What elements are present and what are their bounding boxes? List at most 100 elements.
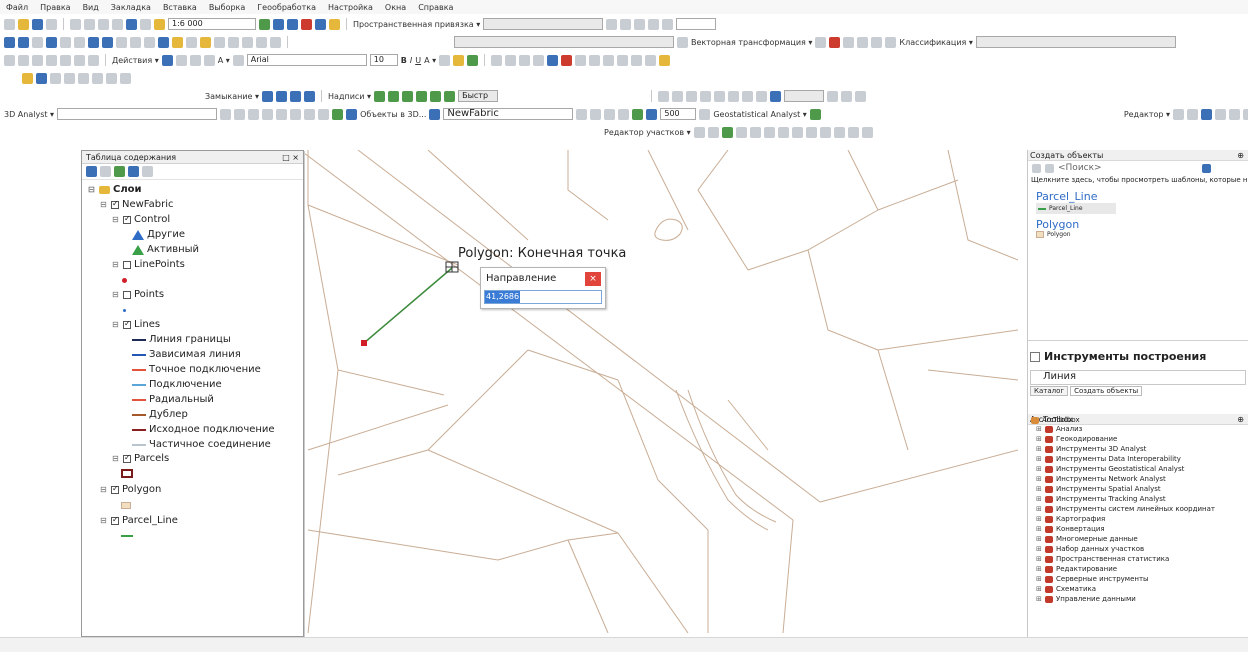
collapse-icon[interactable]: ⊟ <box>100 485 108 494</box>
3d-tool-7-icon[interactable] <box>304 108 316 120</box>
expand-icon[interactable]: ⊞ <box>1036 435 1042 443</box>
save-icon[interactable] <box>32 18 43 30</box>
zoom-whole-page-icon[interactable] <box>189 54 201 66</box>
pe-tool-5-icon[interactable] <box>749 126 761 138</box>
parcel-tool-12-icon[interactable] <box>855 90 867 102</box>
3d-tool-3-icon[interactable] <box>248 108 260 120</box>
straight-segment-icon[interactable] <box>519 54 531 66</box>
3d-tool-6-icon[interactable] <box>290 108 302 120</box>
layer-parcels[interactable]: ⊟ Parcels <box>112 453 169 465</box>
expand-icon[interactable]: ⊞ <box>1036 455 1042 463</box>
midpoint-icon[interactable] <box>547 54 559 66</box>
menu-bookmarks[interactable]: Закладка <box>111 3 151 12</box>
measure-icon[interactable] <box>200 36 211 48</box>
clear-selection-icon[interactable] <box>130 36 141 48</box>
list-by-visibility-icon[interactable] <box>114 166 125 177</box>
collapse-icon[interactable]: ⊟ <box>112 260 120 269</box>
catalog-icon[interactable] <box>287 18 298 30</box>
toc-icon[interactable] <box>273 18 284 30</box>
split-icon[interactable] <box>46 54 57 66</box>
expand-icon[interactable]: ⊞ <box>1036 505 1042 513</box>
fixed-zoom-out-icon[interactable] <box>74 36 85 48</box>
label-manager-icon[interactable] <box>374 90 386 102</box>
pe-tool-3-icon[interactable] <box>721 126 733 138</box>
edit-annotation-icon[interactable] <box>1187 108 1199 120</box>
toc-window-controls[interactable]: □ × <box>282 151 299 164</box>
parcel-tool-9-icon[interactable] <box>770 90 782 102</box>
3d-tool-2-icon[interactable] <box>234 108 246 120</box>
fixed-zoom-in-icon[interactable] <box>60 36 71 48</box>
distance-distance-icon[interactable] <box>561 54 573 66</box>
hyperlink-icon[interactable] <box>172 36 183 48</box>
rectangle-icon[interactable] <box>203 54 215 66</box>
vector-transform-menu[interactable]: Векторная трансформация ▾ <box>691 38 812 47</box>
view-unplaced-icon[interactable] <box>416 90 428 102</box>
toolbox-item[interactable]: ⊞ Анализ <box>1036 425 1082 433</box>
number-spin-icon[interactable] <box>699 108 711 120</box>
snap-grid-icon[interactable] <box>662 18 674 30</box>
parcel-tool-3-icon[interactable] <box>686 90 698 102</box>
closure-circle-icon[interactable] <box>262 90 274 102</box>
collapse-icon[interactable]: ⊟ <box>100 516 108 525</box>
layer-points[interactable]: ⊟ Points <box>112 289 164 300</box>
parcel-editor-menu[interactable]: Редактор участков ▾ <box>604 128 691 137</box>
expand-icon[interactable]: ⊞ <box>1036 515 1042 523</box>
parcel-tool-7-icon[interactable] <box>742 90 754 102</box>
menu-edit[interactable]: Правка <box>40 3 70 12</box>
transform-adjust-icon[interactable] <box>885 36 897 48</box>
arctoolbox-root[interactable]: ArcToolbox <box>1031 416 1080 424</box>
snapping-menu[interactable]: Пространственная привязка ▾ <box>353 20 480 29</box>
expand-icon[interactable]: ⊞ <box>1036 545 1042 553</box>
identify-icon[interactable] <box>158 36 169 48</box>
3d-tool-5-icon[interactable] <box>276 108 288 120</box>
folder-icon[interactable] <box>22 72 33 84</box>
paste-icon[interactable] <box>98 18 109 30</box>
list-by-drawing-order-icon[interactable] <box>86 166 97 177</box>
new-icon[interactable] <box>4 18 15 30</box>
direction-input[interactable]: 41,2686 <box>484 290 602 304</box>
menu-help[interactable]: Справка <box>418 3 453 12</box>
closure-menu[interactable]: Замыкание ▾ <box>205 92 259 101</box>
snap-tolerance-combo[interactable] <box>676 18 717 30</box>
toolbox-item[interactable]: ⊞ Инструменты Tracking Analyst <box>1036 495 1166 503</box>
layer-parcel-line[interactable]: ⊟ Parcel_Line <box>100 515 178 527</box>
layer-newfabric[interactable]: ⊟ NewFabric <box>100 199 174 211</box>
refresh-icon[interactable] <box>92 72 103 84</box>
pe-tool-12-icon[interactable] <box>847 126 859 138</box>
3d-layer-combo[interactable] <box>57 108 218 120</box>
label-weight-icon[interactable] <box>444 90 456 102</box>
back-icon[interactable] <box>88 36 99 48</box>
template-polygon[interactable]: Polygon <box>1036 231 1071 238</box>
visibility-checkbox[interactable] <box>123 214 131 224</box>
pe-tool-2-icon[interactable] <box>707 126 719 138</box>
redo-icon[interactable] <box>140 18 151 30</box>
parcel-tool-1-icon[interactable] <box>658 90 670 102</box>
3d-tool-4-icon[interactable] <box>262 108 274 120</box>
editor-menu[interactable]: Редактор ▾ <box>1124 110 1170 119</box>
tangent-icon[interactable] <box>603 54 615 66</box>
pe-tool-13-icon[interactable] <box>861 126 873 138</box>
full-extent-icon[interactable] <box>46 36 57 48</box>
layer-control[interactable]: ⊟ Control <box>112 214 170 226</box>
parcel-tool-10-icon[interactable] <box>827 90 839 102</box>
3d-analyst-menu[interactable]: 3D Analyst ▾ <box>4 110 54 119</box>
expand-icon[interactable]: ⊞ <box>1036 575 1042 583</box>
fill-color-icon[interactable] <box>439 54 451 66</box>
visibility-checkbox[interactable] <box>123 260 131 269</box>
model-builder-icon[interactable] <box>329 18 340 30</box>
intersection-icon[interactable] <box>589 54 601 66</box>
toolbox-item[interactable]: ⊞ Инструменты Data Interoperability <box>1036 455 1181 463</box>
options-icon[interactable] <box>142 166 153 177</box>
open-icon[interactable] <box>18 18 29 30</box>
toolbox-item[interactable]: ⊞ Многомерные данные <box>1036 535 1138 543</box>
expand-icon[interactable]: ⊞ <box>1036 475 1042 483</box>
find-icon[interactable] <box>214 36 225 48</box>
transform-preview-icon[interactable] <box>857 36 869 48</box>
layer-polygon[interactable]: ⊟ Polygon <box>100 484 161 496</box>
menu-view[interactable]: Вид <box>83 3 99 12</box>
report-icon[interactable] <box>64 72 75 84</box>
editor-toolbar-icon[interactable] <box>259 18 270 30</box>
geostatistical-menu[interactable]: Geostatistical Analyst ▾ <box>713 110 806 119</box>
transform-tool-icon[interactable] <box>815 36 827 48</box>
toolbox-item[interactable]: ⊞ Управление данными <box>1036 595 1136 603</box>
